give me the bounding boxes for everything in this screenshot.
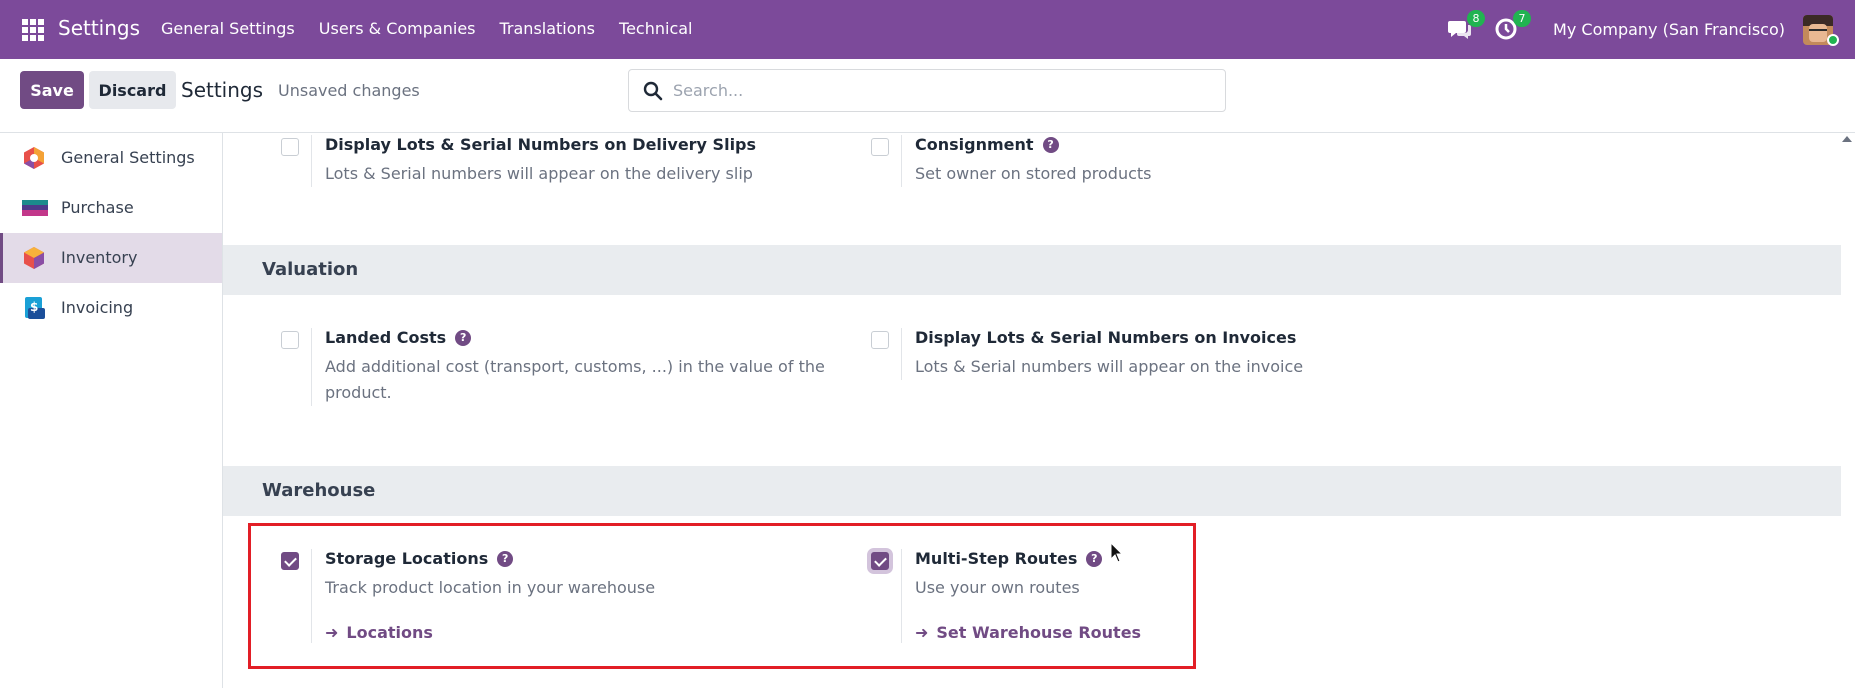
lots-delivery-slips-checkbox[interactable]	[281, 138, 299, 156]
help-icon[interactable]: ?	[1086, 550, 1103, 567]
search-input[interactable]	[673, 70, 1213, 111]
scrollbar-up-arrow-icon[interactable]	[1842, 136, 1852, 142]
set-warehouse-routes-link[interactable]: ➜ Set Warehouse Routes	[915, 623, 1141, 642]
help-icon[interactable]: ?	[1042, 136, 1059, 153]
setting-description: Use your own routes	[915, 578, 1080, 597]
navbar-systray: 8 7 My Company (San Francisco)	[1447, 0, 1855, 59]
landed-costs-checkbox[interactable]	[281, 331, 299, 349]
sidebar-item-label: Purchase	[61, 198, 134, 217]
setting-description: Lots & Serial numbers will appear on the…	[915, 357, 1304, 376]
mouse-cursor-icon	[1110, 542, 1124, 563]
section-title: Warehouse	[262, 480, 376, 501]
sidebar-item-label: General Settings	[61, 148, 195, 167]
online-status-dot	[1827, 34, 1839, 46]
sidebar-item-general-settings[interactable]: General Settings	[0, 133, 222, 183]
settings-content: Display Lots & Serial Numbers on Deliver…	[223, 133, 1841, 688]
messages-count-badge: 8	[1467, 9, 1486, 27]
general-settings-icon	[24, 147, 44, 169]
inventory-icon	[24, 247, 44, 269]
arrow-right-icon: ➜	[325, 623, 339, 642]
setting-description: Set owner on stored products	[915, 164, 1152, 183]
sidebar-item-purchase[interactable]: Purchase	[0, 183, 222, 233]
setting-lots-on-invoices: Display Lots & Serial Numbers on Invoice…	[871, 328, 1431, 418]
menu-technical[interactable]: Technical	[619, 19, 692, 38]
setting-consignment: Consignment? Set owner on stored product…	[871, 135, 1431, 245]
top-menu: General Settings Users & Companies Trans…	[161, 19, 716, 38]
discard-button[interactable]: Discard	[89, 71, 176, 109]
locations-link[interactable]: ➜ Locations	[325, 623, 433, 642]
setting-storage-locations: Storage Locations? Track product locatio…	[281, 549, 841, 659]
link-label: Locations	[346, 623, 433, 642]
company-switcher[interactable]: My Company (San Francisco)	[1553, 20, 1785, 39]
setting-title-text: Consignment	[915, 135, 1034, 154]
setting-multi-step-routes: Multi-Step Routes? Use your own routes ➜…	[871, 549, 1431, 659]
activities-count-badge: 7	[1513, 9, 1532, 27]
setting-title: Storage Locations?	[325, 549, 514, 568]
setting-description: Lots & Serial numbers will appear on the…	[325, 164, 753, 183]
top-navbar: Settings General Settings Users & Compan…	[0, 0, 1855, 59]
setting-title-text: Landed Costs	[325, 328, 447, 347]
setting-title-text: Display Lots & Serial Numbers on Deliver…	[325, 135, 757, 154]
menu-general-settings[interactable]: General Settings	[161, 19, 295, 38]
save-button[interactable]: Save	[20, 71, 84, 109]
sidebar-item-invoicing[interactable]: $ Invoicing	[0, 283, 222, 333]
svg-text:$: $	[30, 300, 38, 314]
setting-landed-costs: Landed Costs? Add additional cost (trans…	[281, 328, 841, 418]
settings-sidebar: General Settings Purchase Inventory $ In…	[0, 133, 223, 688]
setting-title: Multi-Step Routes?	[915, 549, 1103, 568]
app-title[interactable]: Settings	[58, 16, 140, 40]
menu-users-companies[interactable]: Users & Companies	[319, 19, 476, 38]
search-bar[interactable]	[628, 69, 1226, 112]
page-title: Settings	[181, 78, 264, 102]
setting-description: Track product location in your warehouse	[325, 578, 656, 597]
messages-button[interactable]: 8	[1447, 9, 1486, 44]
multi-step-routes-checkbox[interactable]	[871, 552, 889, 570]
setting-title-text: Display Lots & Serial Numbers on Invoice…	[915, 328, 1297, 347]
sidebar-item-label: Inventory	[61, 248, 138, 267]
setting-title-text: Storage Locations	[325, 549, 489, 568]
control-panel: Save Discard Settings Unsaved changes	[0, 59, 1855, 133]
help-icon[interactable]: ?	[497, 550, 514, 567]
setting-title: Display Lots & Serial Numbers on Invoice…	[915, 328, 1296, 347]
arrow-right-icon: ➜	[915, 623, 929, 642]
section-warehouse: Warehouse	[223, 466, 1841, 516]
invoicing-icon: $	[25, 297, 45, 319]
setting-title: Display Lots & Serial Numbers on Deliver…	[325, 135, 756, 154]
setting-title: Consignment?	[915, 135, 1059, 154]
search-icon	[643, 81, 663, 101]
setting-title: Landed Costs?	[325, 328, 472, 347]
section-valuation: Valuation	[223, 245, 1841, 295]
help-icon[interactable]: ?	[455, 329, 472, 346]
section-title: Valuation	[262, 259, 359, 280]
purchase-icon	[22, 200, 48, 216]
setting-description: Add additional cost (transport, customs,…	[325, 357, 825, 402]
activities-button[interactable]: 7	[1493, 9, 1532, 44]
link-label: Set Warehouse Routes	[936, 623, 1142, 642]
unsaved-changes-indicator: Unsaved changes	[278, 81, 420, 100]
storage-locations-checkbox[interactable]	[281, 552, 299, 570]
apps-menu-icon[interactable]	[22, 19, 44, 41]
setting-lots-on-delivery-slips: Display Lots & Serial Numbers on Deliver…	[281, 135, 841, 245]
lots-invoices-checkbox[interactable]	[871, 331, 889, 349]
sidebar-item-inventory[interactable]: Inventory	[0, 233, 222, 283]
consignment-checkbox[interactable]	[871, 138, 889, 156]
sidebar-item-label: Invoicing	[61, 298, 134, 317]
menu-translations[interactable]: Translations	[500, 19, 596, 38]
setting-title-text: Multi-Step Routes	[915, 549, 1078, 568]
